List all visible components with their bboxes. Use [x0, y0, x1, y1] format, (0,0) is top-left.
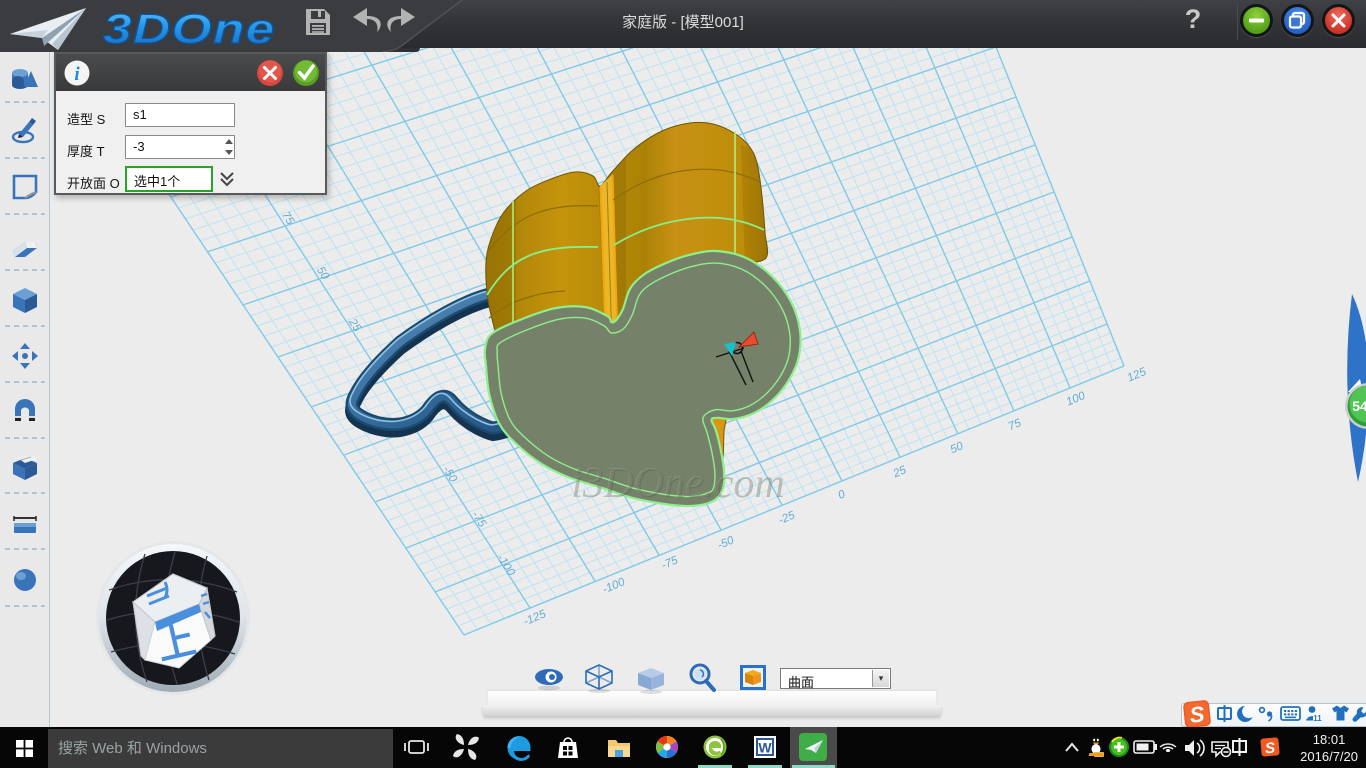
svg-text:S: S: [1188, 701, 1206, 727]
svg-text:-50: -50: [716, 534, 737, 552]
svg-text:0: 0: [837, 488, 848, 502]
svg-text:25: 25: [891, 464, 909, 481]
svg-text:125: 125: [1126, 366, 1149, 385]
svg-text:i: i: [74, 64, 80, 85]
svg-text:3DOne: 3DOne: [103, 5, 276, 52]
svg-text:75: 75: [1007, 417, 1024, 433]
svg-text:-75: -75: [660, 554, 681, 572]
svg-text:11: 11: [1313, 714, 1322, 723]
svg-text:S: S: [1264, 740, 1275, 758]
svg-text:-100: -100: [601, 576, 627, 596]
svg-text:50: 50: [949, 440, 966, 456]
svg-text:100: 100: [1065, 390, 1088, 409]
svg-text:i3DOne.com: i3DOne.com: [570, 460, 783, 506]
svg-text:54: 54: [1352, 398, 1366, 414]
svg-text:W: W: [758, 740, 772, 756]
svg-text:-125: -125: [522, 608, 548, 628]
svg-text:75: 75: [279, 210, 296, 228]
svg-text:-25: -25: [777, 509, 798, 527]
